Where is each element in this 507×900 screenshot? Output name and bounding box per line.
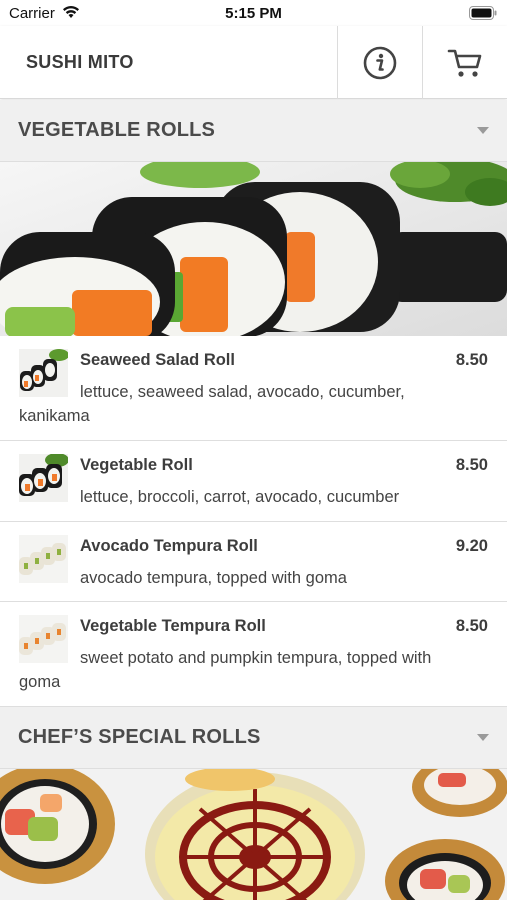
menu-item-vegetable-tempura-roll[interactable]: Vegetable Tempura Roll 8.50 sweet potato… xyxy=(0,602,507,707)
restaurant-title: SUSHI MITO xyxy=(26,52,134,72)
item-price: 8.50 xyxy=(455,456,488,474)
menu-item-vegetable-roll[interactable]: Vegetable Roll 8.50 lettuce, broccoli, c… xyxy=(0,441,507,522)
item-description: lettuce, seaweed salad, avocado, cucumbe… xyxy=(19,383,405,425)
info-button[interactable] xyxy=(337,26,422,99)
cart-icon xyxy=(447,49,482,77)
cart-button[interactable] xyxy=(422,26,507,99)
menu-item-avocado-tempura-roll[interactable]: Avocado Tempura Roll 9.20 avocado tempur… xyxy=(0,522,507,602)
item-name: Vegetable Roll xyxy=(80,456,193,474)
section-title: CHEF’S SPECIAL ROLLS xyxy=(18,726,261,748)
item-price: 8.50 xyxy=(455,351,488,369)
vegetable-rolls-banner-image xyxy=(0,162,507,336)
item-description: avocado tempura, topped with goma xyxy=(80,569,347,587)
chevron-down-icon xyxy=(477,734,489,741)
chefs-special-rolls-banner-image xyxy=(0,769,507,900)
item-price: 9.20 xyxy=(455,537,488,555)
chevron-down-icon xyxy=(477,127,489,134)
section-title: VEGETABLE ROLLS xyxy=(18,119,216,141)
item-name: Avocado Tempura Roll xyxy=(80,537,258,555)
info-icon xyxy=(363,46,397,79)
item-name: Vegetable Tempura Roll xyxy=(80,617,266,635)
app-header: SUSHI MITO xyxy=(0,26,507,99)
item-description: sweet potato and pumpkin tempura, topped… xyxy=(19,649,432,691)
battery-icon xyxy=(469,6,497,20)
item-price: 8.50 xyxy=(455,617,488,635)
section-header-vegetable-rolls[interactable]: VEGETABLE ROLLS xyxy=(0,100,507,162)
item-description: lettuce, broccoli, carrot, avocado, cucu… xyxy=(80,488,400,506)
menu-item-seaweed-salad-roll[interactable]: Seaweed Salad Roll 8.50 lettuce, seaweed… xyxy=(0,336,507,441)
status-time: 5:15 PM xyxy=(225,5,282,22)
item-name: Seaweed Salad Roll xyxy=(80,351,235,369)
section-header-chefs-special-rolls[interactable]: CHEF’S SPECIAL ROLLS xyxy=(0,707,507,769)
status-bar: Carrier 5:15 PM xyxy=(0,0,507,26)
